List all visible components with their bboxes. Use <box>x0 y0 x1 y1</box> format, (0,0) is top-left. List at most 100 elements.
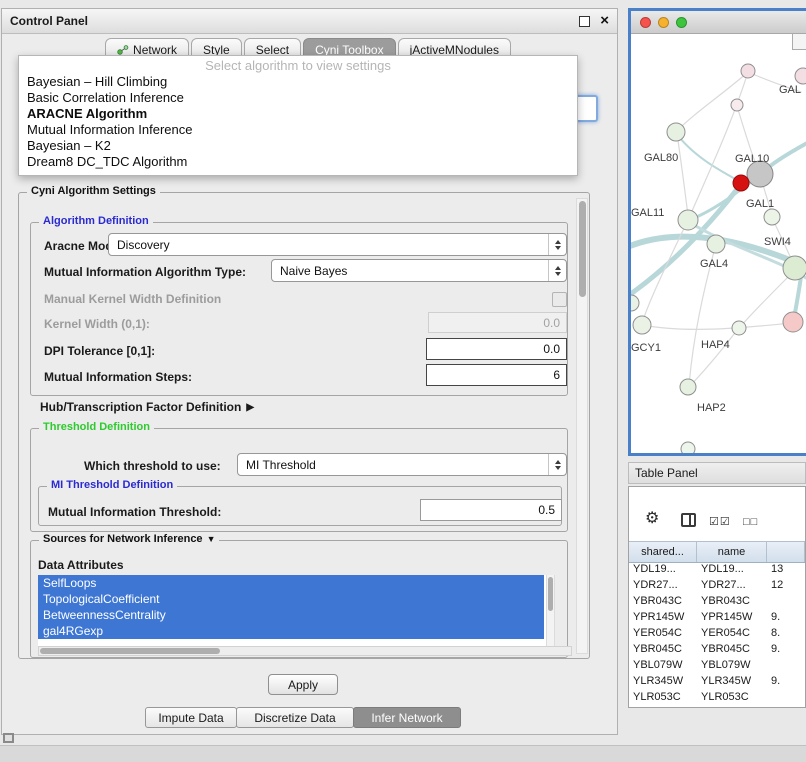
window-restore-icon[interactable] <box>3 733 14 743</box>
network-edge[interactable] <box>676 133 739 181</box>
hub-definition-toggle[interactable]: Hub/Transcription Factor Definition ▶ <box>40 400 254 414</box>
manual-kernel-label: Manual Kernel Width Definition <box>44 292 221 306</box>
table-row[interactable]: YPR145WYPR145W9. <box>629 609 805 625</box>
network-node[interactable] <box>795 68 806 84</box>
table-row[interactable]: YBL079WYBL079W <box>629 657 805 673</box>
table-row[interactable]: YER054CYER054C8. <box>629 625 805 641</box>
table-row[interactable]: YBR043CYBR043C <box>629 593 805 609</box>
dpi-tolerance-input[interactable]: 0.0 <box>426 338 567 360</box>
column-header[interactable]: name <box>697 542 767 562</box>
which-threshold-label: Which threshold to use: <box>84 459 221 473</box>
cell: YBR043C <box>629 595 697 607</box>
dropdown-item-selected[interactable]: ARACNE Algorithm <box>19 106 577 122</box>
list-scrollbar-thumb[interactable] <box>548 577 553 611</box>
list-item-selected[interactable]: BetweennessCentrality <box>38 607 544 623</box>
network-node[interactable] <box>633 316 651 334</box>
settings-scrollbar-thumb[interactable] <box>579 201 586 297</box>
network-node[interactable] <box>733 175 749 191</box>
network-node[interactable] <box>732 321 746 335</box>
dpi-tolerance-label: DPI Tolerance [0,1]: <box>44 344 155 358</box>
network-node-label: GCY1 <box>631 342 661 354</box>
field-value: 0.0 <box>543 342 560 356</box>
float-window-icon[interactable] <box>579 16 590 27</box>
list-item-selected[interactable]: TopologicalCoefficient <box>38 591 544 607</box>
cell: 9. <box>767 675 805 687</box>
dropdown-item[interactable]: Mutual Information Inference <box>19 122 577 138</box>
select-all-checkboxes-icon[interactable]: ☑☑ <box>709 514 731 530</box>
sources-toggle[interactable]: Sources for Network Inference ▼ <box>39 533 219 545</box>
network-node[interactable] <box>681 442 695 454</box>
combo-arrows-icon <box>548 454 566 475</box>
table-panel-titlebar[interactable]: Table Panel <box>628 462 806 484</box>
settings-scrollbar[interactable] <box>576 198 588 654</box>
table-row[interactable]: YLR345WYLR345W9. <box>629 673 805 689</box>
aracne-mode-combo[interactable]: Discovery <box>108 233 567 256</box>
table-row[interactable]: YDL19...YDL19...13 <box>629 561 805 577</box>
network-node[interactable] <box>731 99 743 111</box>
tab-infer-network[interactable]: Infer Network <box>353 707 461 728</box>
network-canvas-area: GALGAL80GAL10GAL11GAL1SWI4GAL4GCY1HAP4HA… <box>631 34 806 454</box>
network-node[interactable] <box>707 235 725 253</box>
table-header: shared... name <box>629 541 805 563</box>
column-header[interactable] <box>767 542 805 562</box>
network-edge[interactable] <box>689 72 748 218</box>
list-item-selected[interactable]: gal4RGexp <box>38 623 544 639</box>
tab-impute-data[interactable]: Impute Data <box>145 707 237 728</box>
combo-arrows-icon <box>548 260 566 281</box>
network-scrollbar-corner[interactable] <box>792 34 806 50</box>
network-icon <box>117 44 129 56</box>
tab-discretize-data[interactable]: Discretize Data <box>236 707 354 728</box>
list-vertical-scrollbar[interactable] <box>546 575 555 646</box>
control-panel-titlebar[interactable]: Control Panel × <box>2 9 617 34</box>
network-node[interactable] <box>741 64 755 78</box>
manual-kernel-checkbox[interactable] <box>552 292 567 307</box>
table-row[interactable]: YBR045CYBR045C9. <box>629 641 805 657</box>
zoom-traffic-light[interactable] <box>676 17 687 28</box>
dropdown-item[interactable]: Basic Correlation Inference <box>19 90 577 106</box>
kernel-width-input[interactable]: 0.0 <box>428 312 567 333</box>
close-icon[interactable]: × <box>600 15 609 27</box>
columns-icon[interactable] <box>681 513 696 527</box>
minimize-traffic-light[interactable] <box>658 17 669 28</box>
network-edge[interactable] <box>689 329 738 387</box>
network-window-titlebar[interactable] <box>631 11 806 34</box>
apply-button[interactable]: Apply <box>268 674 338 695</box>
network-node-label: GAL11 <box>631 207 664 219</box>
collapse-right-icon: ▶ <box>246 402 254 413</box>
network-node-label: GAL4 <box>700 258 728 270</box>
cell: YLR053C <box>697 691 767 703</box>
network-node[interactable] <box>783 312 803 332</box>
list-horizontal-scrollbar[interactable] <box>38 646 572 656</box>
list-item-selected[interactable]: SelfLoops <box>38 575 544 591</box>
network-node[interactable] <box>764 209 780 225</box>
which-threshold-combo[interactable]: MI Threshold <box>237 453 567 476</box>
field-value: 0.5 <box>538 503 555 517</box>
network-node[interactable] <box>667 123 685 141</box>
gear-icon[interactable]: ⚙ <box>645 511 659 527</box>
close-traffic-light[interactable] <box>640 17 651 28</box>
deselect-all-checkboxes-icon[interactable]: □□ <box>743 514 758 530</box>
mi-steps-input[interactable]: 6 <box>426 364 567 386</box>
list-hscrollbar-thumb[interactable] <box>40 648 220 654</box>
network-node[interactable] <box>678 210 698 230</box>
dropdown-item[interactable]: Dream8 DC_TDC Algorithm <box>19 154 577 170</box>
cell: 8. <box>767 627 805 639</box>
mi-threshold-input[interactable]: 0.5 <box>420 499 562 521</box>
network-node[interactable] <box>680 379 696 395</box>
dropdown-item[interactable]: Bayesian – K2 <box>19 138 577 154</box>
mi-type-combo[interactable]: Naive Bayes <box>271 259 567 282</box>
network-canvas[interactable]: GALGAL80GAL10GAL11GAL1SWI4GAL4GCY1HAP4HA… <box>631 34 806 454</box>
network-view-window: GALGAL80GAL10GAL11GAL1SWI4GAL4GCY1HAP4HA… <box>628 8 806 456</box>
network-node[interactable] <box>631 295 639 311</box>
hub-definition-label: Hub/Transcription Factor Definition <box>40 400 241 414</box>
network-node[interactable] <box>783 256 806 280</box>
dropdown-item[interactable]: Bayesian – Hill Climbing <box>19 74 577 90</box>
cell: YLR053C <box>629 691 697 703</box>
network-edge[interactable] <box>642 323 792 329</box>
table-row[interactable]: YDR27...YDR27...12 <box>629 577 805 593</box>
table-row[interactable]: YLR053CYLR053C <box>629 689 805 705</box>
table-body: YDL19...YDL19...13 YDR27...YDR27...12 YB… <box>629 561 805 707</box>
network-node-label: HAP2 <box>697 402 726 414</box>
cell: YBL079W <box>697 659 767 671</box>
column-header[interactable]: shared... <box>629 542 697 562</box>
